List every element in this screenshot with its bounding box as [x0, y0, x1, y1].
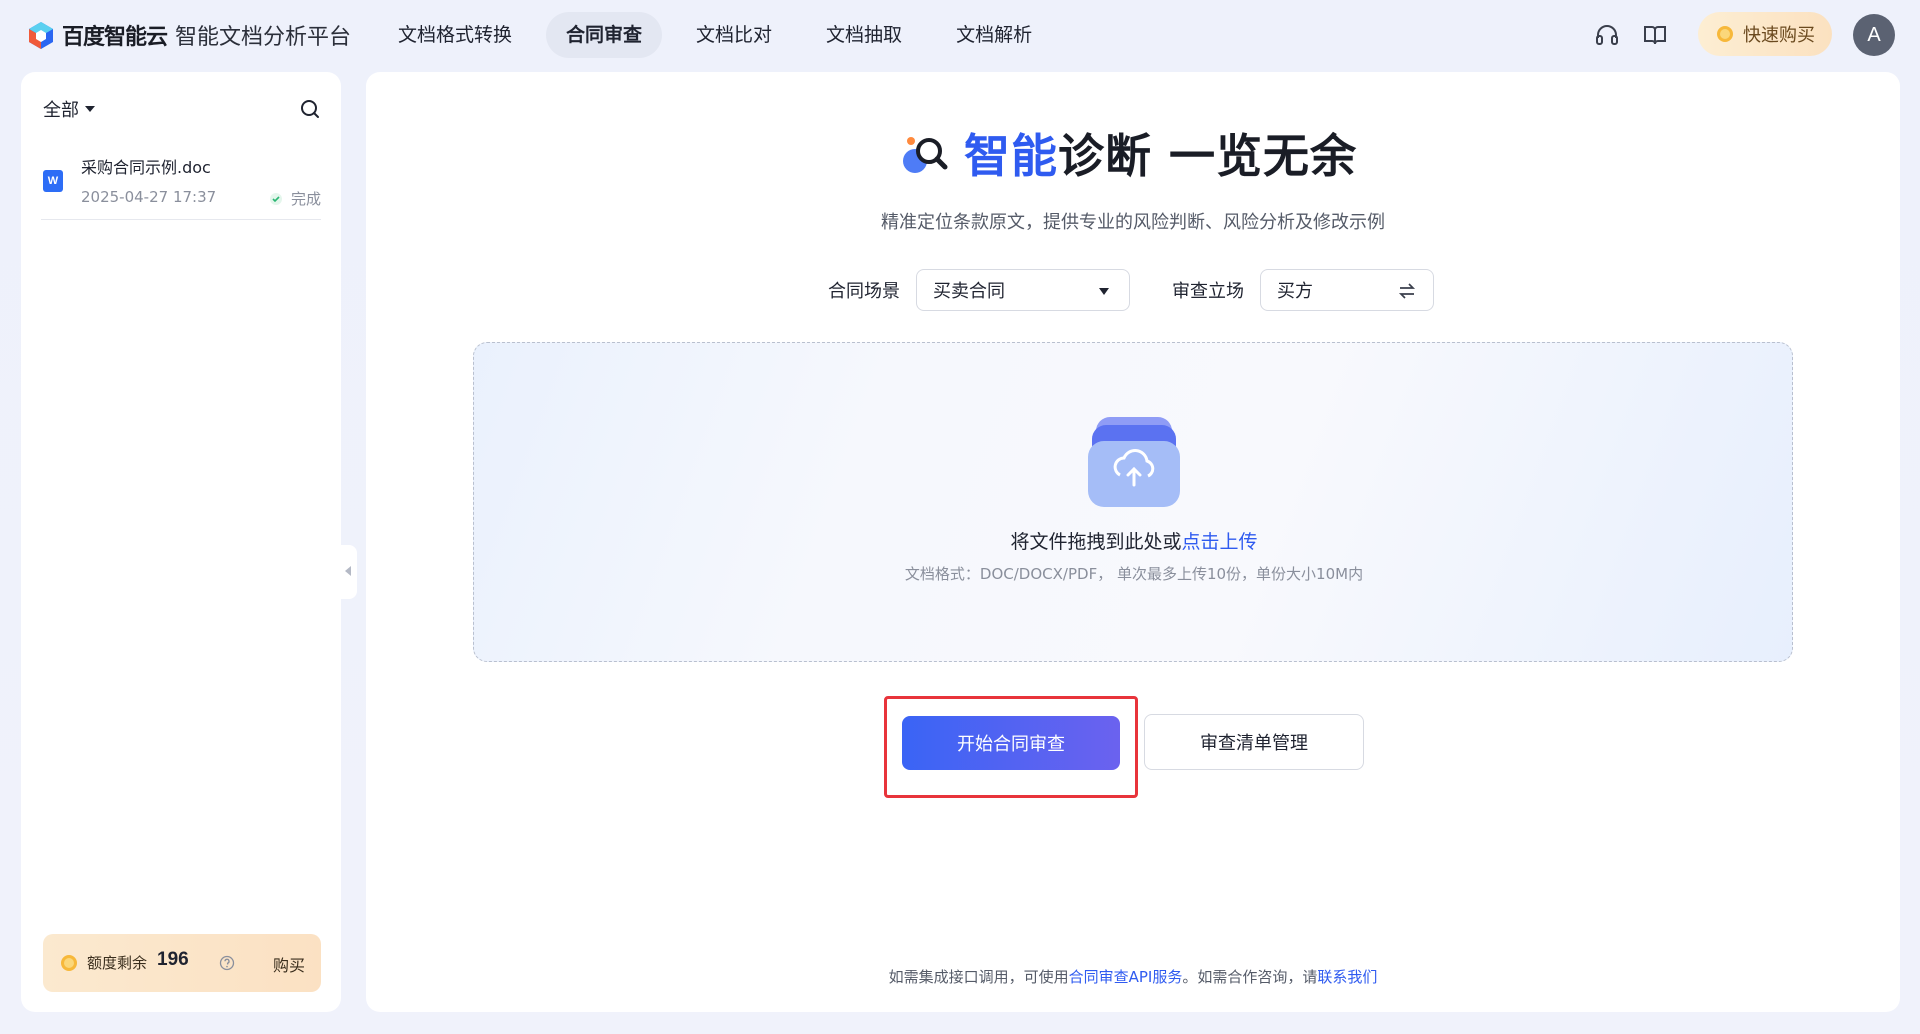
- coin-icon: [1717, 26, 1733, 42]
- contact-us-link[interactable]: 联系我们: [1317, 968, 1377, 986]
- api-service-link[interactable]: 合同审查API服务: [1069, 968, 1183, 986]
- top-bar: 百度智能云 智能文档分析平台 文档格式转换 合同审查 文档比对 文档抽取 文档解…: [0, 0, 1920, 70]
- scene-label: 合同场景: [828, 281, 900, 302]
- caret-down-icon: [85, 106, 95, 112]
- coin-icon: [61, 955, 77, 971]
- main-nav: 文档格式转换 合同审查 文档比对 文档抽取 文档解析: [378, 12, 1066, 58]
- stance-label: 审查立场: [1172, 281, 1244, 302]
- file-time: 2025-04-27 17:37: [81, 188, 217, 206]
- nav-contract-review[interactable]: 合同审查: [546, 12, 663, 58]
- review-stance-value: 买方: [1277, 281, 1313, 302]
- check-circle-icon: [269, 192, 282, 205]
- brand-name: 百度智能云: [62, 25, 168, 50]
- quota-value: 196: [157, 949, 189, 970]
- main-panel: 智能诊断 一览无余 精准定位条款原文，提供专业的风险判断、风险分析及修改示例 合…: [366, 72, 1900, 1012]
- page-title: 智能诊断 一览无余: [964, 120, 1357, 186]
- upload-instruction: 将文件拖拽到此处或点击上传: [474, 527, 1792, 554]
- quick-buy-label: 快速购买: [1743, 25, 1815, 46]
- click-upload-link[interactable]: 点击上传: [1182, 531, 1258, 553]
- footer-note: 如需集成接口调用，可使用合同审查API服务。如需合作咨询，请联系我们: [366, 966, 1900, 987]
- page-title-accent: 智能: [964, 129, 1058, 183]
- magnifier-icon: [903, 137, 948, 173]
- page-subtitle: 精准定位条款原文，提供专业的风险判断、风险分析及修改示例: [881, 212, 1385, 233]
- file-list-item[interactable]: W 采购合同示例.doc 2025-04-27 17:37 完成: [41, 148, 321, 220]
- word-doc-icon: W: [43, 170, 63, 192]
- filter-dropdown[interactable]: 全部: [43, 96, 95, 122]
- nav-format-conversion[interactable]: 文档格式转换: [378, 12, 532, 58]
- caret-down-icon: [1099, 288, 1109, 295]
- footer-middle: 。如需合作咨询，请: [1182, 968, 1318, 986]
- swap-icon[interactable]: [1397, 281, 1417, 301]
- quick-buy-button[interactable]: 快速购买: [1698, 12, 1832, 56]
- file-status-label: 完成: [290, 190, 321, 208]
- upload-dropzone[interactable]: 将文件拖拽到此处或点击上传 文档格式：DOC/DOCX/PDF， 单次最多上传1…: [473, 342, 1793, 662]
- nav-document-compare[interactable]: 文档比对: [676, 12, 792, 58]
- action-buttons: 开始合同审查 审查清单管理: [884, 696, 1444, 806]
- nav-document-parse[interactable]: 文档解析: [936, 12, 1052, 58]
- review-options: 合同场景 买卖合同 审查立场 买方: [828, 268, 1434, 312]
- book-icon[interactable]: [1642, 22, 1668, 48]
- brand[interactable]: 百度智能云 智能文档分析平台: [26, 19, 351, 51]
- headset-icon[interactable]: [1594, 22, 1620, 48]
- cloud-upload-icon: [1088, 417, 1180, 507]
- contract-scene-select[interactable]: 买卖合同: [916, 269, 1130, 311]
- filter-label: 全部: [43, 100, 79, 121]
- upload-hint: 文档格式：DOC/DOCX/PDF， 单次最多上传10份，单份大小10M内: [904, 565, 1364, 583]
- product-name: 智能文档分析平台: [175, 25, 352, 50]
- help-circle-icon[interactable]: [219, 955, 235, 971]
- page-title-rest: 诊断 一览无余: [1058, 129, 1358, 183]
- baidu-cloud-logo-icon: [29, 22, 53, 49]
- sidebar: 全部 W 采购合同示例.doc 2025-04-27 17:37 完成 额度剩余…: [21, 72, 341, 1012]
- quota-panel: 额度剩余 196 购买: [43, 934, 321, 992]
- checklist-manage-button[interactable]: 审查清单管理: [1144, 714, 1364, 770]
- start-review-button[interactable]: 开始合同审查: [902, 716, 1120, 770]
- sidebar-collapse-handle[interactable]: [341, 545, 357, 599]
- review-stance-select[interactable]: 买方: [1260, 269, 1434, 311]
- status-badge: 完成: [269, 188, 321, 209]
- upload-prefix: 将文件拖拽到此处或: [1010, 531, 1182, 553]
- contract-scene-value: 买卖合同: [933, 281, 1005, 302]
- footer-prefix: 如需集成接口调用，可使用: [888, 968, 1069, 986]
- hero-heading: 智能诊断 一览无余: [898, 120, 1357, 186]
- search-icon[interactable]: [299, 98, 321, 120]
- quota-label: 额度剩余: [87, 954, 148, 972]
- nav-document-extract[interactable]: 文档抽取: [806, 12, 922, 58]
- quota-buy-link[interactable]: 购买: [273, 952, 305, 976]
- file-name: 采购合同示例.doc: [81, 158, 211, 177]
- avatar[interactable]: A: [1853, 14, 1895, 56]
- chevron-left-icon: [345, 566, 351, 576]
